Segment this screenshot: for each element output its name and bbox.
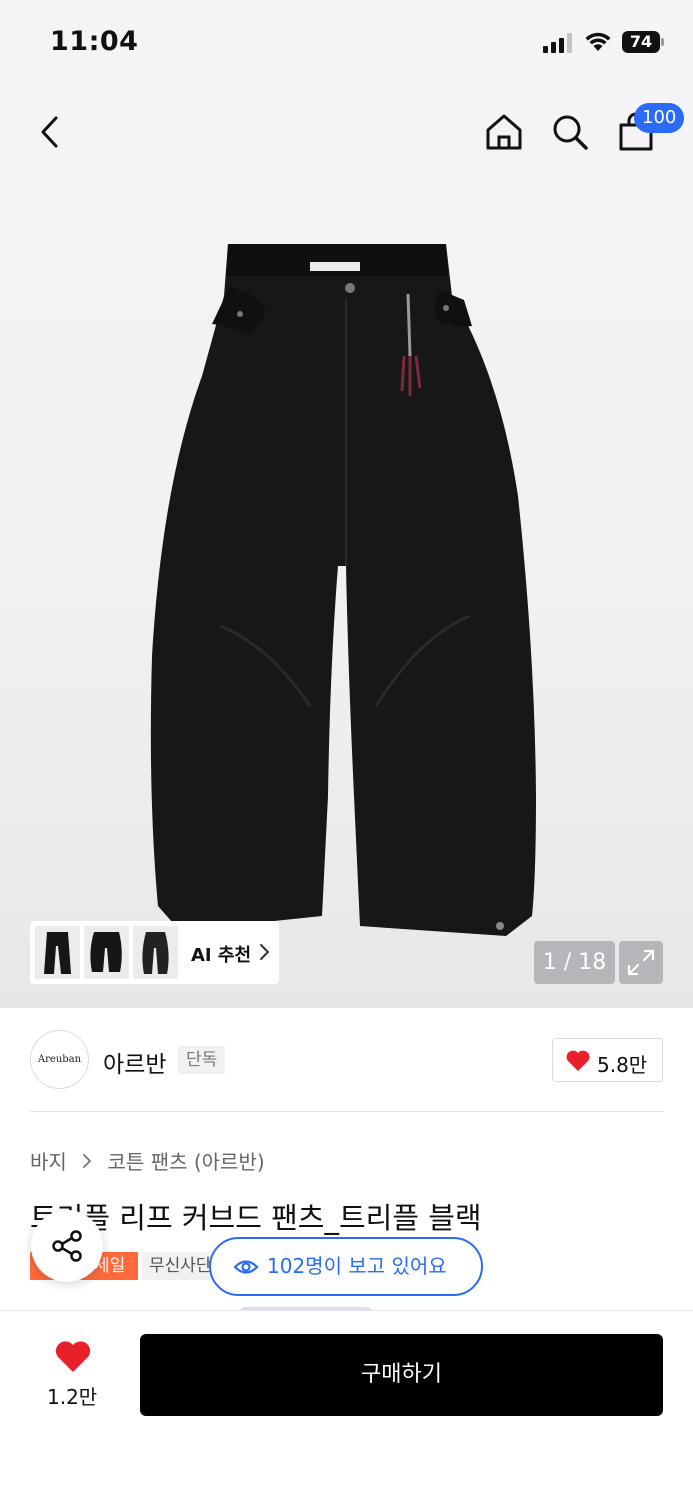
ai-thumb[interactable] [133,926,178,979]
buy-button[interactable]: 구매하기 [140,1334,663,1416]
exclusive-badge: 단독 [178,1046,226,1074]
ai-recommend-label[interactable]: AI 추천 [191,941,251,967]
brand-name[interactable]: 아르반 [103,1045,166,1079]
bottom-action-bar: 1.2만 구매하기 [0,1310,693,1500]
product-gallery[interactable]: 100 AI 추천 1 / 18 [0,86,693,1008]
cart-count-badge[interactable]: 100 [634,103,685,133]
ai-thumb[interactable] [35,926,80,979]
eye-icon [233,1260,259,1274]
back-icon[interactable] [32,110,72,154]
status-time: 11:04 [50,26,139,57]
breadcrumb-subcategory[interactable]: 코튼 팬츠 (아르반) [108,1146,265,1175]
ai-recommend-strip[interactable]: AI 추천 [30,921,279,984]
chevron-right-icon[interactable] [258,943,270,961]
brand-logo[interactable]: Areuban [30,1030,89,1089]
brand-like-button[interactable]: 5.8만 [552,1038,663,1082]
divider [30,1111,663,1112]
wifi-icon [585,32,611,51]
expand-button[interactable] [619,941,663,984]
battery-level: 74 [622,31,660,53]
search-icon[interactable] [550,110,590,154]
expand-icon[interactable] [619,941,663,984]
ai-thumb[interactable] [84,926,129,979]
heart-icon[interactable] [565,1049,591,1073]
status-bar: 11:04 74 [0,0,693,86]
cellular-signal-icon [543,33,572,53]
chevron-right-icon [83,1153,92,1168]
wish-count: 1.2만 [47,1385,98,1409]
breadcrumb-category[interactable]: 바지 [30,1146,67,1175]
breadcrumb: 바지 코튼 팬츠 (아르반) [30,1146,265,1175]
share-icon[interactable] [49,1228,85,1264]
viewers-text: 102명이 보고 있어요 [267,1254,447,1278]
brand-like-count: 5.8만 [597,1053,648,1077]
share-button[interactable] [31,1210,103,1282]
home-icon[interactable] [484,110,524,154]
image-page-counter: 1 / 18 [534,941,615,984]
product-image[interactable] [140,236,550,956]
heart-icon[interactable] [54,1340,92,1374]
battery-icon: 74 [622,31,664,53]
viewers-indicator: 102명이 보고 있어요 [209,1237,483,1296]
